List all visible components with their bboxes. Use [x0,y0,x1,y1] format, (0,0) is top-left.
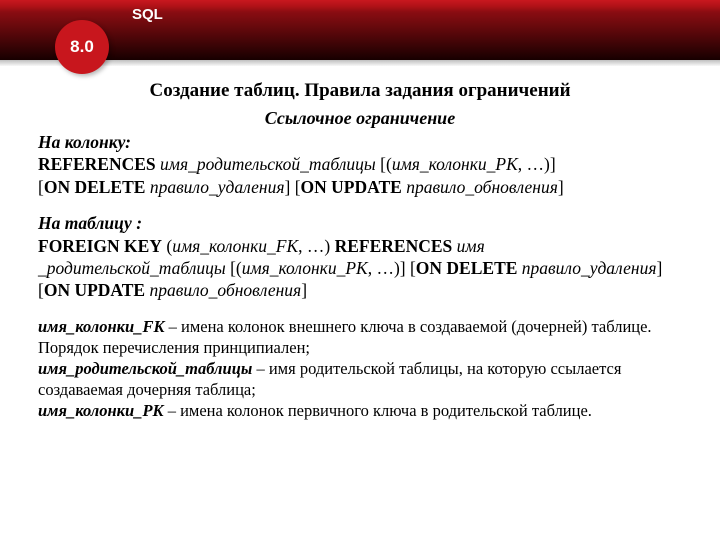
kw-foreign-key: FOREIGN KEY [38,236,162,256]
kw-on-delete-2: ON DELETE [416,258,518,278]
kw-on-update: ON UPDATE [301,177,402,197]
delete-rule: правило_удаления [150,177,285,197]
parent-table-line2: _родительской_таблицы [38,258,226,278]
sql-header-label: SQL [132,6,163,23]
delete-rule-2: правило_удаления [522,258,657,278]
kw-references-2: REFERENCES [335,236,453,256]
table-constraint-syntax: На таблицу : FOREIGN KEY (имя_колонки_FK… [38,212,682,302]
pk-cols-2: имя_колонки_PK [242,258,368,278]
version-badge: 8.0 [55,20,109,74]
def3-text: – имена колонок первичного ключа в родит… [164,401,592,420]
definitions: имя_колонки_FK – имена колонок внешнего … [38,316,682,422]
column-constraint-syntax: На колонку: REFERENCES имя_родительской_… [38,131,682,198]
tbl-ellipsis1: , … [298,236,324,256]
kw-references: REFERENCES [38,154,156,174]
tbl-ellipsis2: , … [368,258,394,278]
update-rule: правило_обновления [406,177,558,197]
kw-on-delete: ON DELETE [44,177,146,197]
col-ellipsis: , … [518,154,544,174]
pk-cols: имя_колонки_PK [392,154,518,174]
parent-table-line1: имя [457,236,485,256]
column-lead: На колонку: [38,132,131,152]
slide-subtitle: Ссылочное ограничение [38,108,682,129]
def1-term: имя_колонки_FK [38,317,164,336]
parent-table: имя_родительской_таблицы [160,154,376,174]
table-lead: На таблицу : [38,213,142,233]
kw-on-update-2: ON UPDATE [44,280,145,300]
fk-cols: имя_колонки_FK [172,236,298,256]
update-rule-2: правило_обновления [149,280,301,300]
version-badge-text: 8.0 [70,37,94,57]
def2-term: имя_родительской_таблицы [38,359,252,378]
slide-content: Создание таблиц. Правила задания огранич… [0,62,720,421]
slide-title: Создание таблиц. Правила задания огранич… [38,80,682,102]
def3-term: имя_колонки_PK [38,401,164,420]
